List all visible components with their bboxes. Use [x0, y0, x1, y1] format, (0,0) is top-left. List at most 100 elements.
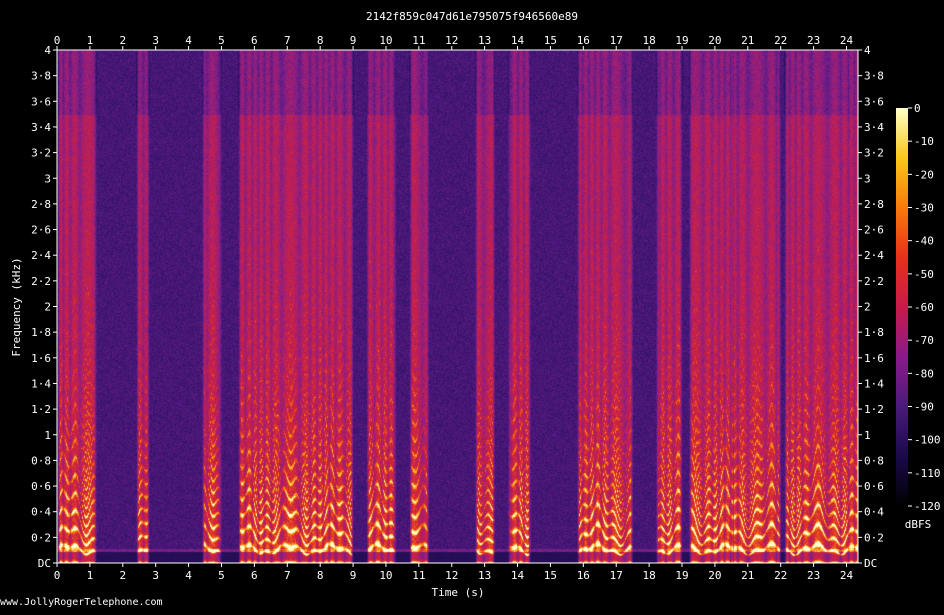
x-tick-label-top: 15	[544, 34, 557, 47]
y-tick-label: 3·8	[31, 70, 51, 83]
x-tick-label: 7	[284, 569, 291, 582]
x-tick-label: 20	[708, 569, 721, 582]
y-axis-label: Frequency (kHz)	[10, 257, 23, 356]
chart-svg: 2142f859c047d61e795075f946560e8900112233…	[10, 10, 941, 599]
y-tick-label-right: 4	[864, 44, 871, 57]
x-tick-label: 22	[774, 569, 787, 582]
x-tick-label: 6	[251, 569, 258, 582]
x-tick-label: 11	[412, 569, 425, 582]
y-tick-label: 1·2	[31, 403, 51, 416]
x-tick-label: 18	[642, 569, 655, 582]
x-tick-label-top: 22	[774, 34, 787, 47]
x-tick-label-top: 17	[610, 34, 623, 47]
y-tick-label-right: 0·6	[864, 480, 884, 493]
spectrogram-image	[57, 50, 858, 563]
x-tick-label-top: 19	[675, 34, 688, 47]
x-tick-label-top: 14	[511, 34, 525, 47]
y-tick-label: 3·4	[31, 121, 51, 134]
x-tick-label: 14	[511, 569, 525, 582]
x-tick-label: 24	[840, 569, 854, 582]
y-tick-label-right: DC	[864, 557, 877, 570]
x-tick-label: 21	[741, 569, 754, 582]
colorbar-tick-label: -110	[914, 467, 941, 480]
x-tick-label: 2	[119, 569, 126, 582]
x-tick-label: 12	[445, 569, 458, 582]
x-tick-label: 23	[807, 569, 820, 582]
x-tick-label-top: 1	[87, 34, 94, 47]
y-tick-label-right: 2·8	[864, 198, 884, 211]
y-tick-label-right: 0·4	[864, 506, 884, 519]
colorbar-tick-label: -100	[914, 434, 941, 447]
x-tick-label-top: 12	[445, 34, 458, 47]
x-tick-label-top: 13	[478, 34, 491, 47]
x-tick-label: 10	[379, 569, 392, 582]
x-tick-label-top: 10	[379, 34, 392, 47]
y-tick-label: 1·4	[31, 377, 51, 390]
y-tick-label: 3·2	[31, 147, 51, 160]
colorbar-tick-label: -60	[914, 301, 934, 314]
x-tick-label-top: 4	[185, 34, 192, 47]
x-tick-label: 16	[577, 569, 590, 582]
watermark: www.JollyRogerTelephone.com	[0, 597, 163, 608]
y-tick-label-right: 2·4	[864, 249, 884, 262]
x-tick-label: 3	[152, 569, 159, 582]
y-tick-label: 2·6	[31, 224, 51, 237]
y-tick-label-right: 3	[864, 172, 871, 185]
y-tick-label: 4	[44, 44, 51, 57]
chart-title: 2142f859c047d61e795075f946560e89	[366, 10, 578, 23]
y-tick-label-right: 1·4	[864, 377, 884, 390]
y-tick-label-right: 2	[864, 301, 871, 314]
y-tick-label-right: 0·2	[864, 531, 884, 544]
y-tick-label: 0·8	[31, 454, 51, 467]
spectrogram-chart: 2142f859c047d61e795075f946560e89 0 0 1 1 2 2 3 3…	[0, 0, 944, 611]
x-tick-label: 9	[350, 569, 357, 582]
y-tick-label-right: 3·8	[864, 70, 884, 83]
colorbar-tick-label: -40	[914, 235, 934, 248]
colorbar-tick-label: -50	[914, 268, 934, 281]
colorbar-tick-label: -20	[914, 168, 934, 181]
x-tick-label-top: 5	[218, 34, 225, 47]
y-tick-label: 2	[44, 301, 51, 314]
y-tick-label: 2·4	[31, 249, 51, 262]
y-tick-label: 2·2	[31, 275, 51, 288]
colorbar-tick-label: -10	[914, 135, 934, 148]
x-tick-label-top: 2	[119, 34, 126, 47]
x-tick-label-top: 24	[840, 34, 854, 47]
y-tick-label-right: 1·6	[864, 352, 884, 365]
x-tick-label: 5	[218, 569, 225, 582]
y-tick-label: 2·8	[31, 198, 51, 211]
x-tick-label: 0	[54, 569, 61, 582]
y-tick-label-right: 3·2	[864, 147, 884, 160]
x-tick-label: 17	[610, 569, 623, 582]
x-tick-label-top: 23	[807, 34, 820, 47]
x-tick-label: 4	[185, 569, 192, 582]
x-tick-label-top: 20	[708, 34, 721, 47]
y-tick-label-right: 1·2	[864, 403, 884, 416]
y-tick-label-right: 1	[864, 429, 871, 442]
x-tick-label: 1	[87, 569, 94, 582]
y-tick-label-right: 3·4	[864, 121, 884, 134]
x-tick-label: 19	[675, 569, 688, 582]
x-axis-label: Time (s)	[432, 586, 485, 599]
x-tick-label-top: 3	[152, 34, 159, 47]
x-tick-label-top: 16	[577, 34, 590, 47]
x-tick-label-top: 7	[284, 34, 291, 47]
x-tick-label-top: 9	[350, 34, 357, 47]
colorbar-tick-label: -30	[914, 202, 934, 215]
y-tick-label: 0·6	[31, 480, 51, 493]
colorbar-tick-label: -80	[914, 367, 934, 380]
y-tick-label: 1·6	[31, 352, 51, 365]
y-tick-label: DC	[38, 557, 51, 570]
y-tick-label: 3·6	[31, 95, 51, 108]
x-tick-label-top: 11	[412, 34, 425, 47]
colorbar-tick-label: -70	[914, 334, 934, 347]
colorbar-label: dBFS	[905, 518, 932, 531]
x-tick-label-top: 18	[642, 34, 655, 47]
x-tick-label: 15	[544, 569, 557, 582]
x-tick-label-top: 21	[741, 34, 754, 47]
y-tick-label: 1	[44, 429, 51, 442]
x-tick-label: 8	[317, 569, 324, 582]
y-tick-label: 0·4	[31, 506, 51, 519]
colorbar-tick-label: -120	[914, 500, 941, 513]
x-tick-label-top: 0	[54, 34, 61, 47]
